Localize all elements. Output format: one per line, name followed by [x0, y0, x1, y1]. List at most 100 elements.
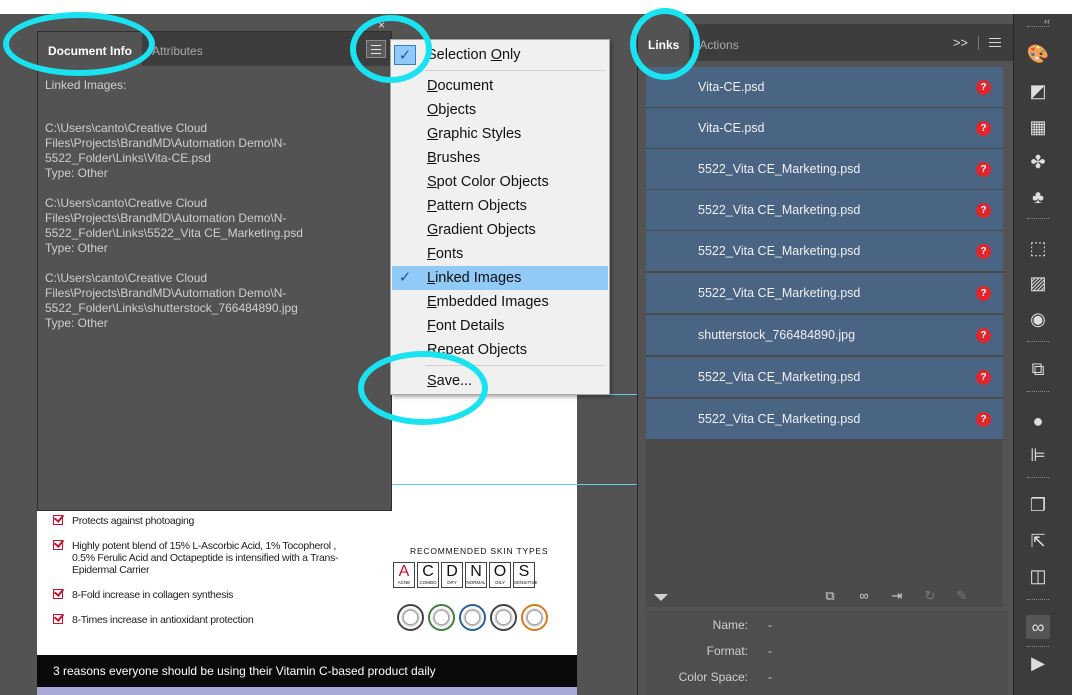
- tab-links[interactable]: Links: [638, 24, 690, 61]
- link-name: 5522_Vita CE_Marketing.psd: [698, 370, 861, 384]
- checkbox-icon: [53, 515, 63, 525]
- benefit-text: 8-Fold increase in collagen synthesis: [72, 589, 234, 601]
- linked-image-type: Type: Other: [45, 316, 108, 330]
- missing-link-icon: ?: [976, 370, 991, 385]
- menu-item-selection-only[interactable]: ✓ Selection Only: [392, 43, 608, 67]
- menu-separator: [425, 70, 605, 71]
- menu-item-graphic-styles[interactable]: Graphic Styles: [392, 122, 608, 146]
- certification-badge-icon: [521, 604, 548, 631]
- link-info-area: Name: - Format: - Color Space: -: [646, 611, 1008, 695]
- menu-item-gradient-objects[interactable]: Gradient Objects: [392, 218, 608, 242]
- menu-item-embedded-images[interactable]: Embedded Images: [392, 290, 608, 314]
- go-to-link-icon[interactable]: ∞: [855, 589, 873, 603]
- skin-type-box: O OILY: [489, 562, 511, 588]
- missing-link-icon: ?: [976, 80, 991, 95]
- dock-grip: [1027, 646, 1049, 648]
- document-info-panel: Document Info Attributes × Linked Images…: [37, 18, 392, 511]
- layers-icon[interactable]: ◫: [1026, 564, 1050, 588]
- menu-item-spot-color-objects[interactable]: Spot Color Objects: [392, 170, 608, 194]
- link-row[interactable]: 5522_Vita CE_Marketing.psd?: [646, 149, 1003, 189]
- certification-badge-icon: [490, 604, 517, 631]
- swatches-icon[interactable]: ▦: [1026, 115, 1050, 139]
- panel-menu-button[interactable]: [366, 40, 386, 58]
- pathfinder-icon[interactable]: ❐: [1026, 493, 1050, 517]
- missing-link-icon: ?: [976, 286, 991, 301]
- tab-actions[interactable]: Actions: [689, 24, 748, 61]
- panel-dock: ‹‹ 🎨 ◩ ▦ ✤ ♣ ⬚ ▨ ◉ ⧉ ● ⊫ ❐ ⇱ ◫ ∞ ▶: [1013, 14, 1072, 695]
- skin-type-box: S SENSITIVE: [513, 562, 538, 588]
- menu-item-document[interactable]: Document: [392, 74, 608, 98]
- links-panel-controls: >>: [953, 35, 1001, 50]
- menu-item-repeat-objects[interactable]: Repeat Objects: [392, 338, 608, 362]
- link-name: 5522_Vita CE_Marketing.psd: [698, 203, 861, 217]
- check-icon: ✓: [394, 45, 416, 65]
- linked-image-path: C:\Users\canto\Creative Cloud Files\Proj…: [45, 271, 298, 315]
- link-name: 5522_Vita CE_Marketing.psd: [698, 162, 861, 176]
- skin-type-box: C COMBO: [417, 562, 439, 588]
- skin-type-box: D DRY: [441, 562, 463, 588]
- link-row[interactable]: 5522_Vita CE_Marketing.psd?: [646, 231, 1003, 271]
- link-row[interactable]: Vita-CE.psd?: [646, 67, 1003, 107]
- menu-item-brushes[interactable]: Brushes: [392, 146, 608, 170]
- transparency-icon[interactable]: ⧉: [1026, 357, 1050, 381]
- place-icon[interactable]: ⇥: [888, 589, 906, 603]
- link-row[interactable]: shutterstock_766484890.jpg?: [646, 315, 1003, 355]
- links-list[interactable]: Vita-CE.psd? Vita-CE.psd? 5522_Vita CE_M…: [646, 67, 1003, 607]
- link-name: Vita-CE.psd: [698, 121, 765, 135]
- dock-grip: [1027, 391, 1049, 393]
- relink-icon[interactable]: ⧉: [821, 589, 839, 603]
- link-name: 5522_Vita CE_Marketing.psd: [698, 286, 861, 300]
- tab-document-info[interactable]: Document Info: [38, 32, 142, 66]
- links-toolbar: ⧉ ∞ ⇥ ↻ ✎: [638, 586, 1014, 608]
- linked-image-type: Type: Other: [45, 166, 108, 180]
- link-info-name: Name: -: [712, 618, 772, 632]
- link-info-format: Format: -: [706, 644, 772, 658]
- appearance-icon[interactable]: ●: [1026, 409, 1050, 433]
- stroke-icon[interactable]: ◉: [1026, 307, 1050, 331]
- actions-play-icon[interactable]: ▶: [1026, 651, 1050, 675]
- benefit-item: 8-Fold increase in collagen synthesis: [51, 589, 351, 601]
- menu-item-pattern-objects[interactable]: Pattern Objects: [392, 194, 608, 218]
- close-icon[interactable]: ×: [378, 18, 385, 32]
- edit-original-icon[interactable]: ✎: [953, 589, 971, 603]
- panel-tab-bar: Document Info Attributes: [38, 32, 391, 66]
- transform-icon[interactable]: ⬚: [1026, 236, 1050, 260]
- symbols-icon[interactable]: ♣: [1026, 185, 1050, 209]
- certification-badge-icon: [428, 604, 455, 631]
- link-row[interactable]: 5522_Vita CE_Marketing.psd?: [646, 399, 1003, 439]
- linked-image-entry: C:\Users\canto\Creative Cloud Files\Proj…: [45, 121, 384, 181]
- benefit-item: 8-Times increase in antioxidant protecti…: [51, 614, 351, 626]
- menu-item-objects[interactable]: Objects: [392, 98, 608, 122]
- lavender-strip: [37, 687, 577, 695]
- menu-item-save[interactable]: Save...: [392, 369, 608, 393]
- links-icon[interactable]: ∞: [1026, 615, 1050, 639]
- link-row[interactable]: 5522_Vita CE_Marketing.psd?: [646, 357, 1003, 397]
- expand-panel-icon[interactable]: >>: [953, 35, 968, 50]
- align-icon[interactable]: ⊫: [1026, 443, 1050, 467]
- panel-menu-icon[interactable]: [989, 35, 1001, 50]
- color-guide-icon[interactable]: ◩: [1026, 79, 1050, 103]
- checkbox-icon: [53, 540, 63, 550]
- missing-link-icon: ?: [976, 412, 991, 427]
- tab-attributes[interactable]: Attributes: [142, 32, 213, 66]
- brushes-icon[interactable]: ✤: [1026, 150, 1050, 174]
- link-row[interactable]: 5522_Vita CE_Marketing.psd?: [646, 190, 1003, 230]
- export-icon[interactable]: ⇱: [1026, 529, 1050, 553]
- menu-item-font-details[interactable]: Font Details: [392, 314, 608, 338]
- collapse-dock-icon[interactable]: ‹‹: [1044, 16, 1050, 26]
- update-link-icon[interactable]: ↻: [921, 589, 939, 603]
- certification-badge-icon: [459, 604, 486, 631]
- link-row[interactable]: Vita-CE.psd?: [646, 108, 1003, 148]
- skin-types-row: A ACNE C COMBO D DRY N NORMAL O OILY S SENSITI…: [393, 562, 538, 588]
- menu-item-linked-images[interactable]: ✓ Linked Images: [392, 266, 608, 290]
- benefit-item: Highly potent blend of 15% L-Ascorbic Ac…: [51, 540, 351, 576]
- check-icon: ✓: [398, 269, 412, 286]
- link-row[interactable]: 5522_Vita CE_Marketing.psd?: [646, 273, 1003, 313]
- show-link-info-icon[interactable]: [654, 594, 668, 601]
- document-info-content: Linked Images: C:\Users\canto\Creative C…: [38, 66, 391, 358]
- color-palette-icon[interactable]: 🎨: [1026, 42, 1050, 66]
- skin-type-box: N NORMAL: [465, 562, 487, 588]
- menu-item-fonts[interactable]: Fonts: [392, 242, 608, 266]
- benefit-text: Highly potent blend of 15% L-Ascorbic Ac…: [72, 540, 339, 576]
- gradient-icon[interactable]: ▨: [1026, 271, 1050, 295]
